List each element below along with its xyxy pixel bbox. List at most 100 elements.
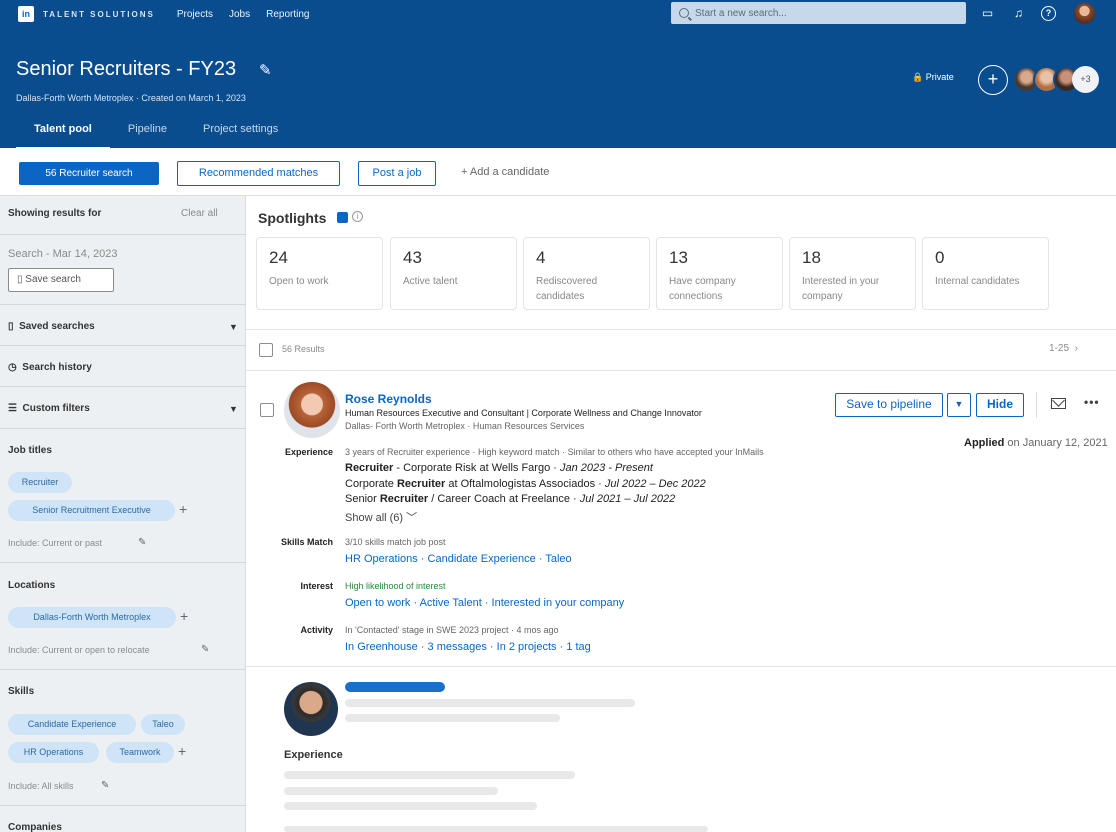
mail-icon[interactable]	[1051, 398, 1066, 409]
saved-searches-button[interactable]: ▯ Saved searches	[8, 321, 95, 332]
search-input[interactable]: Start a new search...	[671, 2, 966, 24]
avatar[interactable]	[284, 382, 340, 438]
brand-label: TALENT SOLUTIONS	[43, 9, 155, 19]
bookmark-icon: ▯	[17, 274, 23, 285]
avatar[interactable]	[1074, 3, 1095, 24]
linkedin-logo-icon[interactable]: in	[18, 6, 34, 22]
nav-reporting[interactable]: Reporting	[266, 9, 309, 20]
add-icon[interactable]: +	[179, 501, 187, 517]
spotlight-card[interactable]: 18 Interested in your company	[789, 237, 916, 310]
help-icon[interactable]: ?	[1041, 6, 1056, 21]
spotlight-card[interactable]: 0 Internal candidates	[922, 237, 1049, 310]
filter-pill[interactable]: Taleo	[141, 714, 185, 735]
info-icon[interactable]: i	[352, 211, 363, 222]
nav-projects[interactable]: Projects	[177, 9, 213, 20]
locations-heading: Locations	[8, 580, 56, 591]
clear-all-button[interactable]: Clear all	[181, 208, 218, 219]
custom-filters-button[interactable]: ☰ Custom filters	[8, 403, 90, 414]
exp-title: Recruiter	[379, 493, 429, 505]
skeleton-line	[284, 802, 537, 810]
experience-meta: 3 years of Recruiter experience · High k…	[345, 447, 764, 457]
skeleton-line	[284, 787, 498, 795]
tab-pipeline[interactable]: Pipeline	[110, 120, 185, 150]
spotlight-card[interactable]: 24 Open to work	[256, 237, 383, 310]
interest-meta: High likelihood of interest	[345, 581, 446, 591]
edit-pencil-icon[interactable]: ✎	[201, 644, 209, 655]
edit-pencil-icon[interactable]: ✎	[259, 61, 272, 79]
chevron-down-icon[interactable]: ▼	[229, 322, 238, 332]
messages-icon[interactable]: ▭	[980, 6, 995, 21]
skeleton-name	[345, 682, 445, 692]
spotlight-card[interactable]: 43 Active talent	[390, 237, 517, 310]
divider	[0, 562, 246, 563]
select-all-checkbox[interactable]	[259, 343, 273, 357]
search-history-button[interactable]: ◷ Search history	[8, 362, 92, 373]
interest-links[interactable]: Open to work · Active Talent · Intereste…	[345, 597, 624, 609]
post-job-button[interactable]: Post a job	[358, 161, 436, 186]
save-search-label: Save search	[25, 274, 81, 285]
saved-searches-label: Saved searches	[19, 321, 95, 332]
hide-button[interactable]: Hide	[976, 393, 1024, 417]
experience-item: Corporate Recruiter at Oftalmologistas A…	[345, 478, 706, 490]
skeleton-line	[345, 699, 635, 707]
tab-talent-pool[interactable]: Talent pool	[16, 120, 110, 150]
filter-pill[interactable]: Senior Recruitment Executive	[8, 500, 175, 521]
chevron-down-icon[interactable]: ▼	[229, 404, 238, 414]
search-placeholder: Start a new search...	[695, 7, 787, 19]
add-icon[interactable]: +	[178, 743, 186, 759]
edit-pencil-icon[interactable]: ✎	[101, 780, 109, 791]
results-count: 56 Results	[282, 344, 325, 354]
filter-pill[interactable]: Candidate Experience	[8, 714, 136, 735]
save-to-pipeline-button[interactable]: Save to pipeline	[835, 393, 943, 417]
filter-pill[interactable]: HR Operations	[8, 742, 99, 763]
spotlight-card[interactable]: 13 Have company connections	[656, 237, 783, 310]
add-candidate-button[interactable]: + Add a candidate	[461, 166, 549, 178]
skills-match-label: Skills Match	[280, 537, 333, 547]
spotlight-card[interactable]: 4 Rediscovered candidates	[523, 237, 650, 310]
filter-pill[interactable]: Recruiter	[8, 472, 72, 493]
skeleton-line	[284, 771, 575, 779]
team-more-count[interactable]: +3	[1072, 66, 1099, 93]
save-search-button[interactable]: ▯ Save search	[8, 268, 114, 292]
add-member-button[interactable]: +	[978, 65, 1008, 95]
show-all-button[interactable]: Show all (6) ﹀	[345, 509, 417, 525]
more-icon[interactable]: •••	[1084, 395, 1100, 409]
nav-jobs[interactable]: Jobs	[229, 9, 250, 20]
project-subtitle: Dallas-Forth Worth Metroplex · Created o…	[16, 93, 246, 103]
activity-links[interactable]: In Greenhouse · 3 messages · In 2 projec…	[345, 641, 591, 653]
candidate-name[interactable]: Rose Reynolds	[345, 392, 432, 406]
skills-links[interactable]: HR Operations · Candidate Experience · T…	[345, 553, 572, 565]
spotlight-label: Have company connections	[669, 276, 736, 302]
spotlights-title: Spotlights	[258, 210, 327, 226]
linkedin-badge-icon	[337, 212, 348, 223]
edit-pencil-icon[interactable]: ✎	[138, 537, 146, 548]
filter-pill[interactable]: Dallas-Forth Worth Metroplex	[8, 607, 176, 628]
tab-project-settings[interactable]: Project settings	[185, 120, 296, 150]
results-toolbar: 56 Results 1-25 ›	[246, 329, 1116, 371]
include-label: Include: Current or open to relocate	[8, 645, 150, 655]
spotlight-label: Internal candidates	[935, 276, 1020, 287]
next-page-icon[interactable]: ›	[1075, 343, 1078, 354]
recommended-matches-button[interactable]: Recommended matches	[177, 161, 340, 186]
bookmark-icon: ▯	[8, 321, 14, 332]
skeleton-line	[345, 714, 560, 722]
results-panel: Spotlights i 24 Open to work 43 Active t…	[246, 196, 1116, 832]
filter-panel: Showing results for Clear all Search - M…	[0, 196, 246, 832]
applied-date: on January 12, 2021	[1004, 437, 1108, 449]
candidate-checkbox[interactable]	[260, 403, 274, 417]
job-titles-heading: Job titles	[8, 445, 52, 456]
skeleton-line	[284, 826, 708, 832]
history-icon: ◷	[8, 362, 17, 373]
privacy-toggle[interactable]: 🔒 Private	[912, 72, 954, 83]
filter-pill[interactable]: Teamwork	[106, 742, 174, 763]
chevron-down-icon[interactable]: ▼	[947, 393, 971, 417]
candidate-location: Dallas- Forth Worth Metroplex · Human Re…	[345, 421, 585, 431]
experience-label: Experience	[284, 447, 333, 457]
companies-heading: Companies	[8, 822, 62, 832]
add-icon[interactable]: +	[180, 608, 188, 624]
bell-icon[interactable]: ♫	[1011, 6, 1026, 21]
avatar[interactable]	[284, 682, 338, 736]
candidate-headline: Human Resources Executive and Consultant…	[345, 408, 702, 418]
page-range: 1-25	[1049, 343, 1070, 354]
recruiter-search-button[interactable]: 56 Recruiter search	[19, 162, 159, 185]
